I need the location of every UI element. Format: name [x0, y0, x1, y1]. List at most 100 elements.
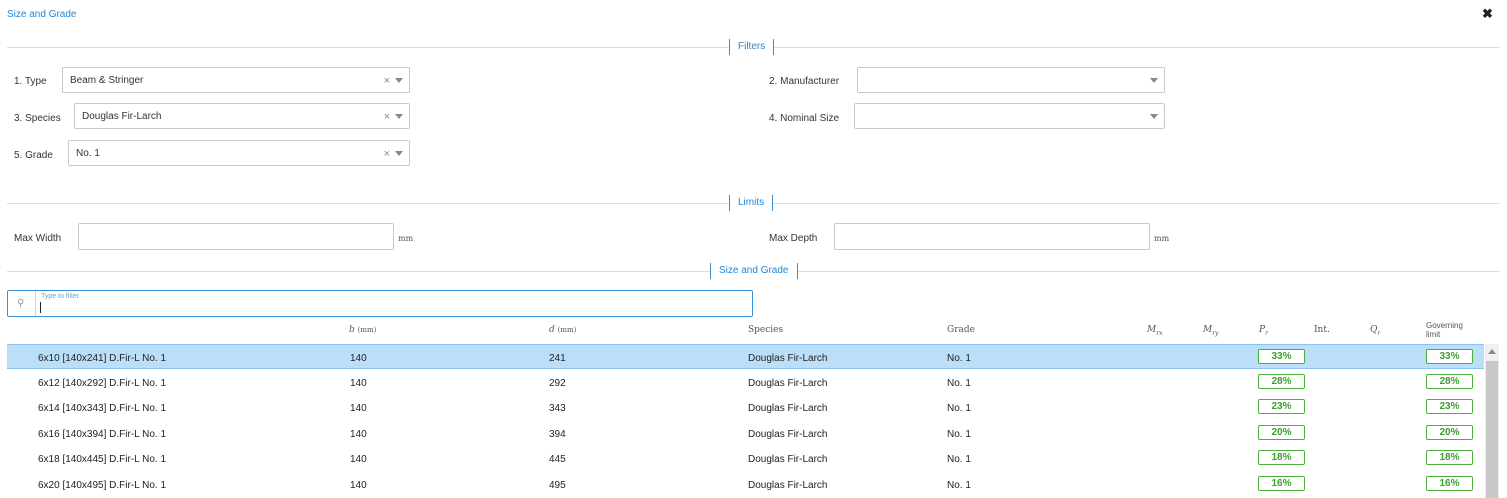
header-mrx-sub: rx [1156, 329, 1163, 337]
chevron-down-icon[interactable] [395, 114, 403, 119]
header-grade[interactable]: Grade [947, 325, 975, 335]
header-species[interactable]: Species [748, 325, 783, 335]
header-int[interactable]: Int. [1314, 325, 1330, 335]
clear-icon[interactable]: × [384, 148, 390, 160]
cell-grade: No. 1 [947, 353, 971, 364]
header-d[interactable]: d (mm) [549, 325, 576, 335]
header-qr[interactable]: Qr [1370, 325, 1380, 337]
table-row[interactable]: 6x16 [140x394] D.Fir-L No. 1 140 394 Dougla… [7, 421, 1484, 446]
max-width-label: Max Width [14, 233, 62, 244]
cell-b: 140 [350, 378, 367, 389]
chevron-down-icon[interactable] [1150, 114, 1158, 119]
type-value: Beam & Stringer [70, 75, 144, 86]
type-select[interactable]: Beam & Stringer × [62, 67, 410, 93]
filter-search-input[interactable]: ⚲ Type to filter [7, 290, 753, 317]
search-icon: ⚲ [17, 298, 25, 309]
header-pr-sub: r [1265, 329, 1268, 337]
header-governing-line1: Governing [1426, 321, 1463, 330]
limits-heading: Limits [729, 195, 774, 211]
table-row[interactable]: 6x18 [140x445] D.Fir-L No. 1 140 445 Dougla… [7, 446, 1484, 471]
max-depth-unit: mm [1154, 234, 1170, 243]
governing-badge: 33% [1426, 349, 1473, 364]
cell-species: Douglas Fir-Larch [748, 353, 828, 364]
cell-d: 445 [549, 454, 566, 465]
filters-heading: Filters [729, 39, 775, 55]
cell-grade: No. 1 [947, 429, 971, 440]
cell-b: 140 [350, 454, 367, 465]
cell-d: 343 [549, 403, 566, 414]
table-row[interactable]: 6x20 [140x495] D.Fir-L No. 1 140 495 Dougla… [7, 472, 1484, 497]
cell-d: 394 [549, 429, 566, 440]
cell-species: Douglas Fir-Larch [748, 403, 828, 414]
cell-d: 292 [549, 378, 566, 389]
cell-name: 6x16 [140x394] D.Fir-L No. 1 [38, 429, 167, 440]
grade-select[interactable]: No. 1 × [68, 140, 410, 166]
size-grade-heading: Size and Grade [710, 263, 798, 279]
header-mrx[interactable]: Mrx [1147, 325, 1162, 337]
species-select[interactable]: Douglas Fir-Larch × [74, 103, 410, 129]
cell-b: 140 [350, 480, 367, 491]
governing-badge: 18% [1426, 450, 1473, 465]
max-depth-input[interactable] [834, 223, 1150, 250]
text-caret [40, 302, 41, 313]
header-d-unit: (mm) [557, 326, 577, 334]
clear-icon[interactable]: × [384, 111, 390, 123]
max-width-input[interactable] [78, 223, 394, 250]
header-b-unit: (mm) [357, 326, 377, 334]
cell-grade: No. 1 [947, 378, 971, 389]
header-b-symbol: b [349, 325, 355, 335]
governing-badge: 28% [1426, 374, 1473, 389]
species-label: 3. Species [14, 113, 61, 124]
table-row[interactable]: 6x10 [140x241] D.Fir-L No. 1 140 241 Dougla… [7, 344, 1484, 369]
header-pr[interactable]: Pr [1259, 325, 1268, 337]
chevron-down-icon[interactable] [395, 78, 403, 83]
close-icon[interactable]: ✖ [1482, 6, 1493, 22]
cell-b: 140 [350, 429, 367, 440]
cell-name: 6x14 [140x343] D.Fir-L No. 1 [38, 403, 167, 414]
header-b[interactable]: b (mm) [349, 325, 376, 335]
governing-badge: 20% [1426, 425, 1473, 440]
cell-d: 495 [549, 480, 566, 491]
pr-badge: 33% [1258, 349, 1305, 364]
dialog-title: Size and Grade [7, 9, 77, 20]
cell-grade: No. 1 [947, 480, 971, 491]
governing-badge: 23% [1426, 399, 1473, 414]
table-row[interactable]: 6x12 [140x292] D.Fir-L No. 1 140 292 Dougla… [7, 370, 1484, 395]
search-placeholder: Type to filter [41, 293, 80, 300]
cell-name: 6x10 [140x241] D.Fir-L No. 1 [38, 353, 167, 364]
cell-name: 6x18 [140x445] D.Fir-L No. 1 [38, 454, 167, 465]
cell-species: Douglas Fir-Larch [748, 454, 828, 465]
cell-name: 6x20 [140x495] D.Fir-L No. 1 [38, 480, 167, 491]
cell-d: 241 [549, 353, 566, 364]
scrollbar-thumb[interactable] [1486, 361, 1498, 498]
cell-b: 140 [350, 403, 367, 414]
header-mry[interactable]: Mry [1203, 325, 1218, 337]
pr-badge: 28% [1258, 374, 1305, 389]
grade-value: No. 1 [76, 148, 100, 159]
max-depth-label: Max Depth [769, 233, 818, 244]
cell-species: Douglas Fir-Larch [748, 429, 828, 440]
cell-b: 140 [350, 353, 367, 364]
pr-badge: 23% [1258, 399, 1305, 414]
chevron-down-icon[interactable] [1150, 78, 1158, 83]
clear-icon[interactable]: × [384, 75, 390, 87]
cell-grade: No. 1 [947, 454, 971, 465]
grade-label: 5. Grade [14, 150, 53, 161]
nominal-size-select[interactable] [854, 103, 1165, 129]
cell-name: 6x12 [140x292] D.Fir-L No. 1 [38, 378, 167, 389]
header-d-symbol: d [549, 325, 555, 335]
header-governing[interactable]: Governing limit [1426, 321, 1463, 339]
header-governing-line2: limit [1426, 330, 1441, 339]
cell-species: Douglas Fir-Larch [748, 480, 828, 491]
pr-badge: 18% [1258, 450, 1305, 465]
scroll-up-icon[interactable] [1488, 349, 1496, 354]
pr-badge: 16% [1258, 476, 1305, 491]
header-qr-sub: r [1377, 329, 1381, 337]
header-mry-sub: ry [1212, 329, 1219, 337]
cell-grade: No. 1 [947, 403, 971, 414]
table-row[interactable]: 6x14 [140x343] D.Fir-L No. 1 140 343 Dougla… [7, 395, 1484, 420]
nominal-size-label: 4. Nominal Size [769, 113, 840, 124]
chevron-down-icon[interactable] [395, 151, 403, 156]
manufacturer-select[interactable] [857, 67, 1165, 93]
governing-badge: 16% [1426, 476, 1473, 491]
